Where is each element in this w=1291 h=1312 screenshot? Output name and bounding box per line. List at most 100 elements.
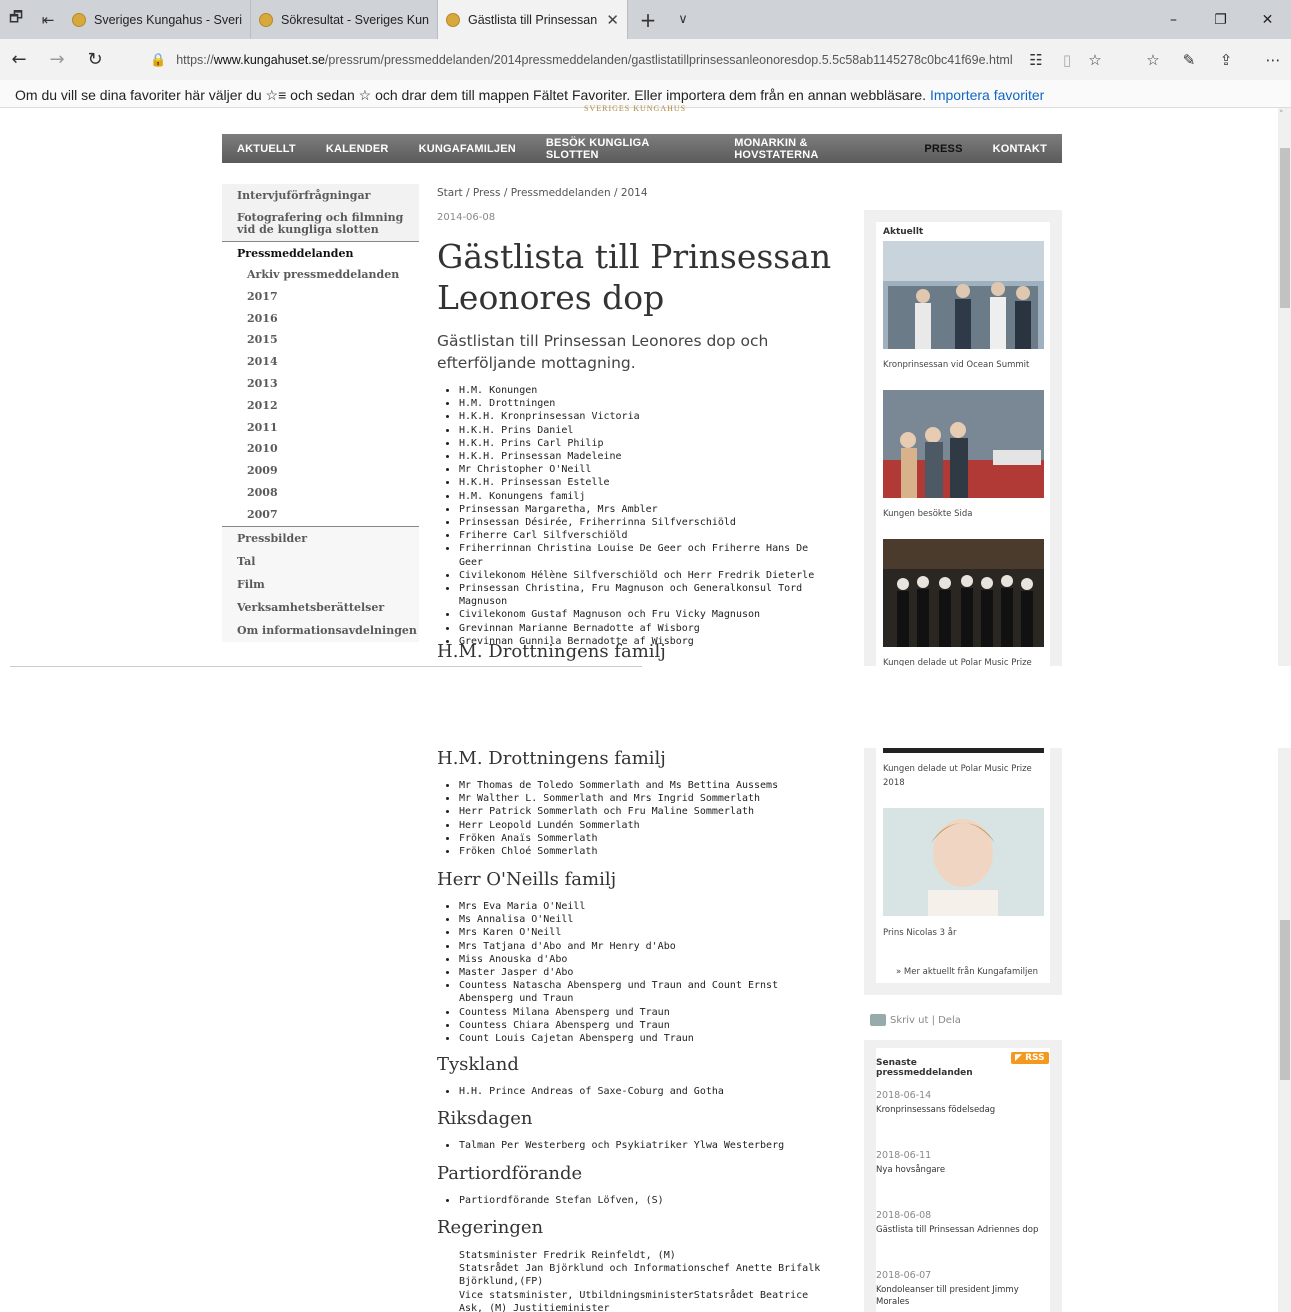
press-link[interactable]: Kondoleanser till president Jimmy Morale… [876, 1284, 1036, 1308]
close-window-icon[interactable]: ✕ [1244, 0, 1291, 39]
favorites-hub-icon[interactable]: ☆ [1138, 39, 1168, 80]
nav-press[interactable]: PRESS [909, 143, 977, 155]
sidebar-item-verksamhet[interactable]: Verksamhetsberättelser [222, 595, 419, 619]
print-share[interactable]: Skriv ut | Dela [870, 1014, 961, 1026]
guest-list-item: Mr Thomas de Toledo Sommerlath and Ms Be… [458, 779, 838, 792]
press-link[interactable]: Nya hovsångare [876, 1164, 1056, 1176]
sidebar-item-year[interactable]: 2007 [222, 504, 419, 526]
sidebar-item-year[interactable]: 2017 [222, 286, 419, 308]
sidebar-item-year[interactable]: 2010 [222, 438, 419, 460]
guest-list-item: Herr Patrick Sommerlath och Fru Maline S… [458, 805, 838, 818]
sidebar-item-pressbilder[interactable]: Pressbilder [222, 526, 419, 550]
scroll-up-icon[interactable]: ˄ [1279, 110, 1284, 120]
press-link[interactable]: Gästlista till Prinsessan Adriennes dop [876, 1224, 1056, 1236]
sidebar-item-year[interactable]: 2013 [222, 373, 419, 395]
nav-monarkin[interactable]: MONARKIN & HOVSTATERNA [719, 137, 909, 161]
breadcrumb[interactable]: Start / Press / Pressmeddelanden / 2014 [437, 187, 648, 199]
sidebar-item-intervju[interactable]: Intervjuförfrågningar [222, 184, 419, 206]
site-logo[interactable]: SVERIGES KUNGAHUS [584, 104, 686, 113]
nav-aktuellt[interactable]: AKTUELLT [222, 143, 311, 155]
print-share-label[interactable]: Skriv ut | Dela [890, 1015, 961, 1026]
news-caption[interactable]: Kungen delade ut Polar Music Prize [883, 656, 1032, 666]
sidebar-item-year[interactable]: 2008 [222, 482, 419, 504]
news-image-nicolas[interactable] [883, 808, 1044, 916]
nav-kalender[interactable]: KALENDER [311, 143, 404, 155]
guest-list-parti: Partiordförande Stefan Löfven, (S) [458, 1194, 838, 1207]
favorite-star-icon[interactable]: ☆ [1080, 39, 1110, 80]
forward-icon[interactable]: → [38, 39, 76, 80]
sidebar-item-information[interactable]: Om informationsavdelningen [222, 618, 419, 642]
sidebar-item-pressmeddelanden[interactable]: Pressmeddelanden [222, 242, 419, 264]
sidebar-item-film[interactable]: Film [222, 572, 419, 596]
press-date: 2018-06-14 [876, 1090, 932, 1101]
sidebar-item-fotografering[interactable]: Fotografering och filmning vid de kungli… [222, 206, 419, 242]
set-aside-tabs-icon[interactable]: ⇤ [32, 0, 64, 39]
news-image-polar[interactable] [883, 539, 1044, 647]
back-icon[interactable]: ← [0, 39, 38, 80]
guest-list-item: Civilekonom Gustaf Magnuson och Fru Vick… [458, 608, 838, 621]
press-heading: Senaste pressmeddelanden [876, 1058, 973, 1078]
pen-icon[interactable]: ✎ [1174, 39, 1204, 80]
guest-list-item: Ms Annalisa O'Neill [458, 913, 798, 926]
news-caption[interactable]: Kungen besökte Sida [883, 507, 972, 521]
scrollbar-thumb[interactable] [1280, 148, 1290, 308]
guest-list-item: Prinsessan Désirée, Friherrinna Silfvers… [458, 516, 838, 529]
guest-list-item: Mr Christopher O'Neill [458, 463, 838, 476]
sidebar-item-tal[interactable]: Tal [222, 549, 419, 573]
news-image-ocean-summit[interactable] [883, 241, 1044, 349]
guest-list-item: Statsrådet Jan Björklund och Information… [458, 1262, 838, 1288]
news-caption[interactable]: Kungen delade ut Polar Music Prize 2018 [883, 762, 1053, 790]
refresh-icon[interactable]: ↻ [76, 39, 114, 80]
sidebar-item-year[interactable]: 2012 [222, 395, 419, 417]
section-heading-queen-family: H.M. Drottningens familj [437, 641, 666, 662]
scrollbar-thumb[interactable] [1280, 920, 1290, 1080]
news-image-sida[interactable] [883, 390, 1044, 498]
nav-besok[interactable]: BESÖK KUNGLIGA SLOTTEN [531, 137, 719, 161]
guest-list-item: Talman Per Westerberg och Psykiatriker Y… [458, 1139, 838, 1152]
url-domain: www.kungahuset.se [213, 53, 325, 67]
guest-list-oneill: Mrs Eva Maria O'NeillMs Annalisa O'Neill… [458, 900, 798, 1045]
import-favorites-link[interactable]: Importera favoriter [930, 87, 1044, 103]
rss-badge[interactable]: ◤ RSS [1011, 1052, 1049, 1064]
reading-view-icon[interactable]: ☷ [1021, 39, 1051, 80]
restore-icon[interactable]: ❐ [1197, 0, 1244, 39]
sidebar-item-year[interactable]: 2011 [222, 417, 419, 439]
guest-list-item: Prinsessan Christina, Fru Magnuson och G… [458, 582, 838, 608]
guest-list-regeringen: Statsminister Fredrik Reinfeldt, (M)Stat… [458, 1249, 838, 1312]
guest-list-item: Grevinnan Marianne Bernadotte af Wisborg [458, 622, 838, 635]
more-news-link[interactable]: » Mer aktuellt från Kungafamiljen [896, 967, 1038, 977]
guest-list-item: H.H. Prince Andreas of Saxe-Coburg and G… [458, 1085, 838, 1098]
news-caption[interactable]: Kronprinsessan vid Ocean Summit [883, 358, 1029, 372]
more-icon[interactable]: ⋯ [1258, 39, 1288, 80]
minimize-icon[interactable]: – [1150, 0, 1197, 39]
tab-kungahus[interactable]: Sveriges Kungahus - Sverige [64, 0, 251, 39]
tab-guest-list[interactable]: Gästlista till Prinsessan L ✕ [438, 0, 628, 39]
sidebar-item-year[interactable]: 2015 [222, 329, 419, 351]
guest-list-item: Fröken Chloé Sommerlath [458, 845, 838, 858]
share-icon[interactable]: ⇪ [1211, 39, 1241, 80]
tab-search-results[interactable]: Sökresultat - Sveriges Kung [251, 0, 438, 39]
section-navigation: Intervjuförfrågningar Fotografering och … [222, 184, 419, 642]
press-link[interactable]: Kronprinsessans födelsedag [876, 1104, 1056, 1116]
photo-prins-nicolas [883, 808, 1044, 916]
guest-list-item: Vice statsminister, UtbildningsministerS… [458, 1289, 838, 1312]
nav-kungafamiljen[interactable]: KUNGAFAMILJEN [404, 143, 531, 155]
section-heading-oneill: Herr O'Neills familj [437, 869, 617, 890]
tab-actions-icon[interactable]: 🗗 [0, 0, 32, 39]
sidebar-item-year[interactable]: 2014 [222, 351, 419, 373]
section-heading-riksdagen: Riksdagen [437, 1108, 533, 1129]
sidebar-item-year[interactable]: 2009 [222, 460, 419, 482]
nav-kontakt[interactable]: KONTAKT [978, 143, 1062, 155]
news-caption[interactable]: Prins Nicolas 3 år [883, 926, 956, 940]
sidebar-item-year[interactable]: 2016 [222, 308, 419, 330]
new-tab-icon[interactable]: + [628, 0, 668, 39]
close-tab-icon[interactable]: ✕ [606, 11, 619, 29]
address-bar[interactable]: 🔒 https://www.kungahuset.se/pressrum/pre… [150, 46, 1113, 74]
chevron-down-icon[interactable]: ∨ [668, 0, 698, 39]
book-icon[interactable]: ▯ [1052, 39, 1082, 80]
guest-list-item: Herr Leopold Lundén Sommerlath [458, 819, 838, 832]
news-heading: Aktuellt [883, 227, 924, 237]
sidebar-item-arkiv[interactable]: Arkiv pressmeddelanden [222, 264, 419, 286]
url-path: /pressrum/pressmeddelanden/2014pressmedd… [324, 53, 1013, 67]
window-controls: – ❐ ✕ [1150, 0, 1291, 39]
